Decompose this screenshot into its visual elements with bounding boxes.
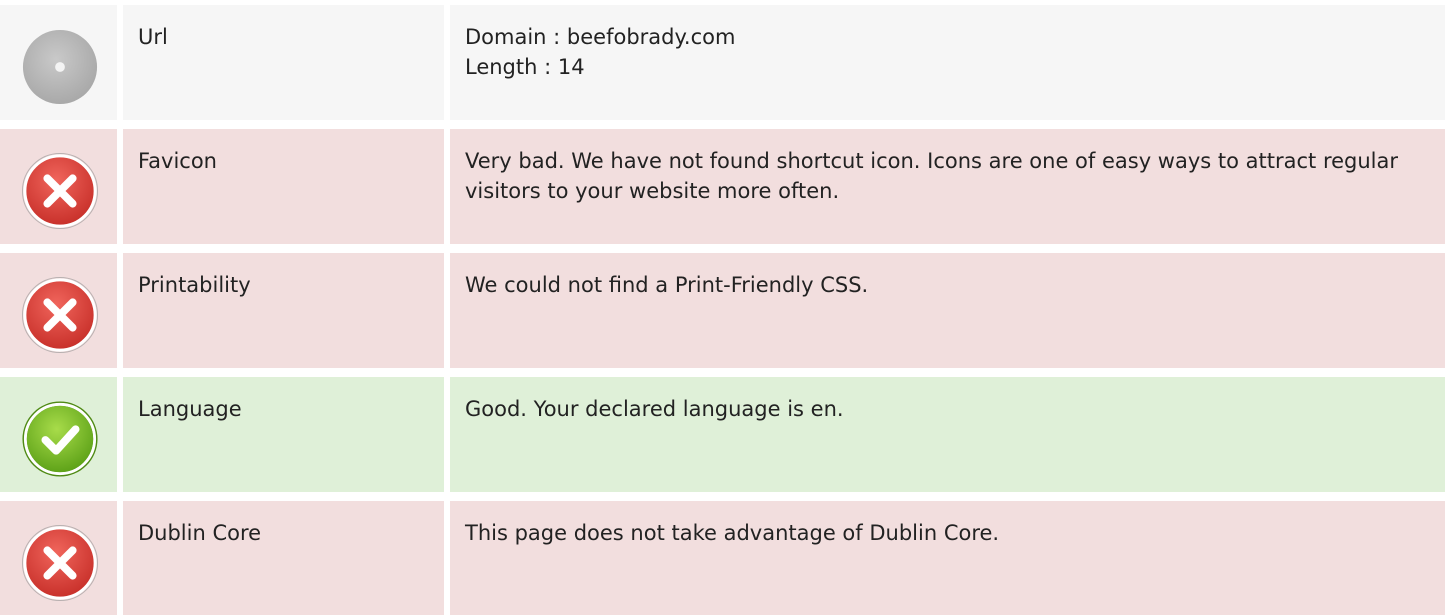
length-line: Length : 14	[465, 55, 585, 79]
row-label: Url	[123, 5, 444, 120]
error-x-icon	[21, 524, 99, 602]
row-value: Very bad. We have not found shortcut ico…	[450, 129, 1445, 244]
row-label: Dublin Core	[123, 501, 444, 615]
row-value: We could not find a Print-Friendly CSS.	[450, 253, 1445, 368]
report-row-language: Language Good. Your declared language is…	[0, 377, 1445, 492]
error-x-icon	[21, 152, 99, 230]
language-message: Good. Your declared language is en.	[465, 397, 844, 421]
seo-report-table: Url Domain : beefobrady.com Length : 14	[0, 0, 1445, 615]
row-value: This page does not take advantage of Dub…	[450, 501, 1445, 615]
printability-message: We could not find a Print-Friendly CSS.	[465, 273, 869, 297]
error-x-icon	[21, 276, 99, 354]
domain-line: Domain : beefobrady.com	[465, 25, 736, 49]
status-cell	[0, 377, 117, 492]
status-cell	[0, 253, 117, 368]
report-row-printability: Printability We could not find a Print-F…	[0, 253, 1445, 368]
row-label: Printability	[123, 253, 444, 368]
favicon-message: Very bad. We have not found shortcut ico…	[465, 149, 1399, 203]
neutral-disc-icon	[21, 28, 99, 106]
row-value: Domain : beefobrady.com Length : 14	[450, 5, 1445, 120]
status-cell	[0, 501, 117, 615]
row-label: Language	[123, 377, 444, 492]
success-check-icon	[21, 400, 99, 478]
report-row-dublin-core: Dublin Core This page does not take adva…	[0, 501, 1445, 615]
status-cell	[0, 5, 117, 120]
report-row-url: Url Domain : beefobrady.com Length : 14	[0, 5, 1445, 120]
report-row-favicon: Favicon Very bad. We have not found shor…	[0, 129, 1445, 244]
row-label: Favicon	[123, 129, 444, 244]
dublin-core-message: This page does not take advantage of Dub…	[465, 521, 1000, 545]
status-cell	[0, 129, 117, 244]
row-value: Good. Your declared language is en.	[450, 377, 1445, 492]
